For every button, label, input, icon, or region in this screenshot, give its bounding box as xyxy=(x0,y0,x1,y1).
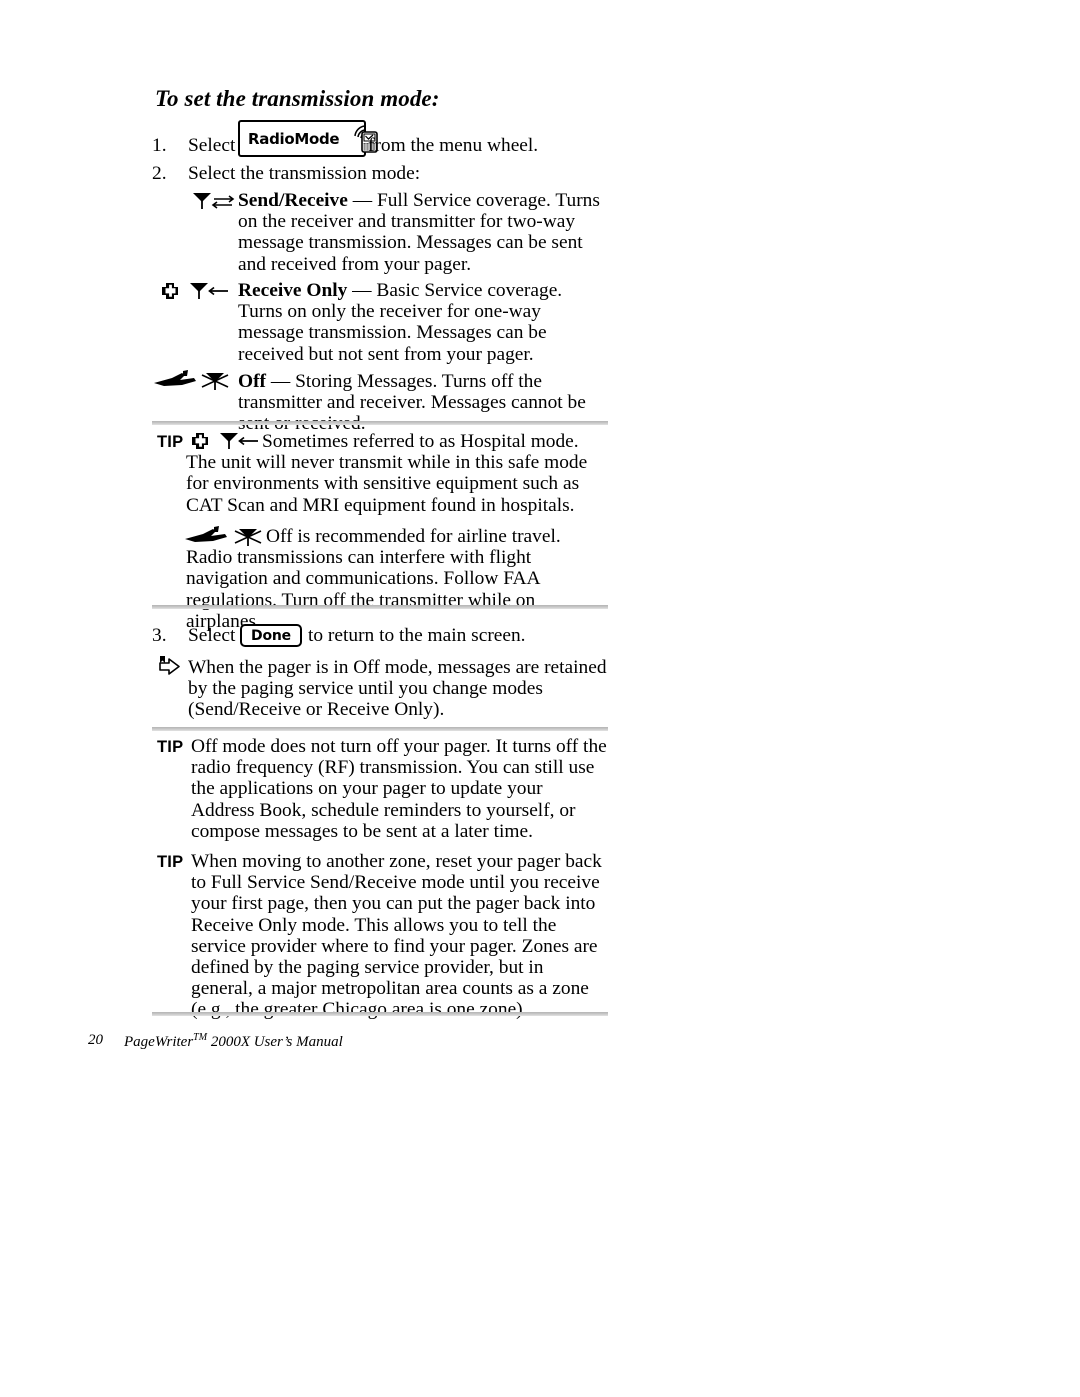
tip-1-label: TIP xyxy=(157,433,184,451)
mode-off-title: Off xyxy=(238,371,266,392)
tip-3-body: Off mode does not turn off your pager. I… xyxy=(191,736,607,842)
mode-receive-only-title: Receive Only xyxy=(238,280,348,301)
footer-brand: PageWriter xyxy=(124,1034,194,1050)
tip-4-body: When moving to another zone, reset your … xyxy=(191,851,602,1021)
tip-1-body: Sometimes referred to as Hospital mode. … xyxy=(186,431,588,516)
done-button[interactable]: Done xyxy=(240,624,302,647)
footer-manual-title: PageWriterTM 2000X User’s Manual xyxy=(124,1032,343,1051)
mode-off-dash: — xyxy=(266,371,296,392)
divider-2 xyxy=(152,605,608,609)
mode-send-receive-dash: — xyxy=(347,190,377,211)
step-3-text-before: Select xyxy=(188,625,236,646)
step-2-number: 2. xyxy=(152,163,167,184)
step-3-text-after: to return to the main screen. xyxy=(308,625,526,646)
footer-manual-suffix: 2000X User’s Manual xyxy=(207,1034,343,1050)
step-2-text: Select the transmission mode: xyxy=(188,163,421,184)
tip-2-body: Off is recommended for airline travel. R… xyxy=(186,526,561,632)
manual-page: To set the transmission mode: 1. Select … xyxy=(0,0,1080,1397)
radiomode-button-label: RadioMode xyxy=(248,129,340,148)
airplane-antenna-off-icon xyxy=(152,369,238,393)
done-button-label: Done xyxy=(251,627,291,644)
mode-send-receive: Send/Receive — Full Service coverage. Tu… xyxy=(238,190,608,275)
divider-1 xyxy=(152,421,608,425)
divider-4 xyxy=(152,1012,608,1016)
radiomode-button[interactable]: RadioMode xyxy=(238,120,379,157)
mode-off: Off — Storing Messages. Turns off the tr… xyxy=(238,371,613,435)
page-title: To set the transmission mode: xyxy=(155,86,440,111)
divider-3 xyxy=(152,727,608,731)
footer-trademark: TM xyxy=(193,1032,208,1043)
antenna-send-receive-icon xyxy=(190,190,236,212)
step-3-number: 3. xyxy=(152,625,167,646)
mode-send-receive-title: Send/Receive xyxy=(238,190,348,211)
tip-3-label: TIP xyxy=(157,738,184,756)
hospital-antenna-receive-icon xyxy=(158,280,236,302)
step-1-number: 1. xyxy=(152,135,167,156)
tip-4-label: TIP xyxy=(157,853,184,871)
pointing-hand-icon xyxy=(157,654,185,680)
mode-receive-only: Receive Only — Basic Service coverage. T… xyxy=(238,280,608,365)
step-1-text-after: from the menu wheel. xyxy=(368,135,539,156)
note-1-body: When the pager is in Off mode, messages … xyxy=(188,657,607,721)
footer-page-number: 20 xyxy=(88,1032,103,1048)
mode-receive-only-dash: — xyxy=(347,280,377,301)
step-1-text-before: Select xyxy=(188,135,236,156)
